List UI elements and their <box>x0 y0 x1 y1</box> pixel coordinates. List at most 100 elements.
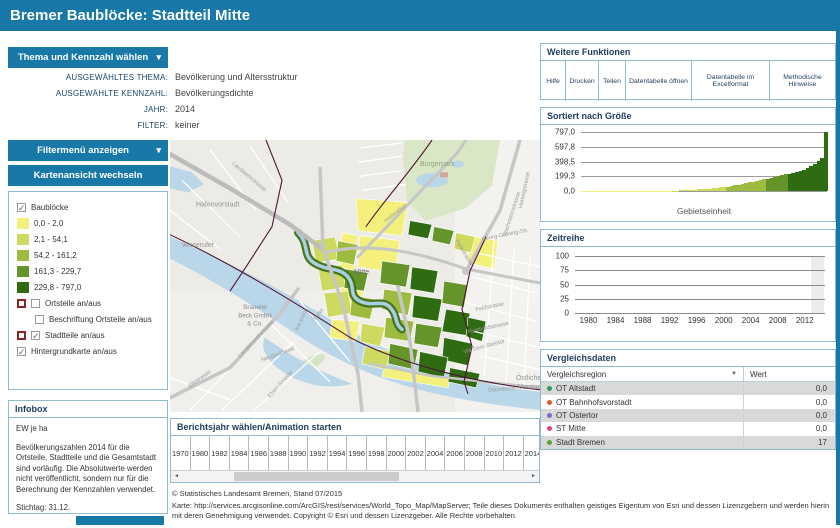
compare-region-column-header[interactable]: Vergleichsregion <box>541 370 743 379</box>
compare-value-column-header: Wert <box>743 367 835 381</box>
thema-kennzahl-button-label: Thema und Kennzahl wählen <box>18 52 148 63</box>
scroll-left-icon[interactable] <box>171 471 182 482</box>
ortsteile-checkbox[interactable] <box>31 299 40 308</box>
compare-row[interactable]: ST Mitte0,0 <box>541 422 835 435</box>
timeline-title: Berichtsjahr wählen/Animation starten <box>171 419 539 436</box>
print-button-label: Drucken <box>569 78 594 85</box>
hintergrundkarte-checkbox[interactable] <box>17 347 26 356</box>
timeline-scrollbar[interactable] <box>171 471 539 482</box>
timeline-year-cell[interactable]: 1980 <box>191 436 211 470</box>
compare-title: Vergleichsdaten <box>541 350 835 367</box>
help-button[interactable]: Hilfe <box>541 61 566 101</box>
timeline-year-cell[interactable]: 2008 <box>465 436 485 470</box>
timeline-year-cell[interactable]: 1996 <box>347 436 367 470</box>
timeline-year-cell[interactable]: 1982 <box>210 436 230 470</box>
selected-theme-value: Bevölkerung und Altersstruktur <box>175 72 478 82</box>
timeline-year-cell[interactable]: 2014 <box>524 436 539 470</box>
print-button[interactable]: Drucken <box>566 61 599 101</box>
timeline-year-cell[interactable]: 1986 <box>249 436 269 470</box>
excel-export-button[interactable]: Datentabelle im Excelformat <box>692 61 770 101</box>
filtermenu-button[interactable]: Filtermenü anzeigen <box>8 140 168 161</box>
legend-swatch-class2 <box>17 234 29 245</box>
sorted-chart-ytick: 597,8 <box>555 142 575 151</box>
scroll-right-icon[interactable] <box>528 471 539 482</box>
year-value: 2014 <box>175 104 478 114</box>
methodology-button[interactable]: Methodische Hinweise <box>770 61 835 101</box>
region-color-dot <box>547 400 552 405</box>
filter-value: keiner <box>175 120 478 130</box>
timeline-year-cell[interactable]: 1994 <box>328 436 348 470</box>
timeline-year-cell[interactable]: 1984 <box>230 436 250 470</box>
timeseries-xtick: 1992 <box>661 316 679 325</box>
hintergrundkarte-label: Hintergrundkarte an/aus <box>31 347 117 356</box>
sorted-chart-plot <box>581 132 827 191</box>
timeline-year-cell[interactable]: 2006 <box>445 436 465 470</box>
timeseries-xtick: 1996 <box>688 316 706 325</box>
legend-class4-label: 161,3 - 229,7 <box>34 267 81 276</box>
functions-title: Weitere Funktionen <box>541 44 835 61</box>
beschriftung-ortsteile-checkbox[interactable] <box>35 315 44 324</box>
sorted-chart-bars <box>581 132 827 191</box>
stadtteile-toggle-label: Stadtteile an/aus <box>45 331 105 340</box>
timeline-year-cell[interactable]: 1970 <box>171 436 191 470</box>
excel-export-label: Datentabelle im Excelformat <box>695 74 766 88</box>
selected-kennzahl-label: AUSGEWÄHLTE KENNZAHL: <box>8 89 168 98</box>
region-color-dot <box>547 440 552 445</box>
timeseries-xtick: 1984 <box>607 316 625 325</box>
infobox-paragraph: Bevölkerungszahlen 2014 für die Ortsteil… <box>16 443 160 496</box>
legend-swatch-class5 <box>17 282 29 293</box>
infobox-unit: EW je ha <box>16 424 160 435</box>
timeline-year-cell[interactable]: 1990 <box>289 436 309 470</box>
selected-kennzahl-value: Bevölkerungsdichte <box>175 88 478 98</box>
compare-row[interactable]: OT Bahnhofsvorstadt0,0 <box>541 395 835 408</box>
kartenansicht-button[interactable]: Kartenansicht wechseln <box>8 165 168 186</box>
timeline-years: 1970198019821984198619881990199219941996… <box>171 436 539 471</box>
stadtteile-checkbox[interactable] <box>31 331 40 340</box>
infobox-date: Stichtag: 31.12. <box>16 503 160 514</box>
ortsteile-toggle-label: Ortsteile an/aus <box>45 299 101 308</box>
timeline-year-cell[interactable]: 1988 <box>269 436 289 470</box>
open-datatable-button[interactable]: Datentabelle öffnen <box>626 61 692 101</box>
compare-value-header-label: Wert <box>750 370 767 379</box>
baubloecke-label: Baublöcke <box>31 203 68 212</box>
timeline-year-cell[interactable]: 1998 <box>367 436 387 470</box>
compare-row[interactable]: Stadt Bremen17 <box>541 436 835 449</box>
timeline-year-cell[interactable]: 2004 <box>426 436 446 470</box>
map-label-brauerei-1: Brauerei <box>243 304 266 311</box>
compare-row[interactable]: OT Ostertor0,0 <box>541 409 835 422</box>
map-label-buergerpark: Bürgerpark <box>420 161 455 168</box>
stadtteile-boundary-swatch <box>17 331 26 340</box>
timeline-year-cell[interactable]: 2000 <box>387 436 407 470</box>
timeseries-xtick: 1988 <box>634 316 652 325</box>
compare-region-header-label: Vergleichsregion <box>547 370 606 379</box>
region-value: 0,0 <box>743 422 835 435</box>
region-name: OT Altstadt <box>556 384 595 393</box>
map-label-weserufer: Weserufer <box>182 242 215 249</box>
timeseries-ytick: 0 <box>565 309 569 318</box>
timeseries-ytick: 100 <box>556 252 569 261</box>
scrollbar-thumb[interactable] <box>234 472 400 481</box>
map[interactable]: Hafenvorstadt Weserufer Bürgerpark Mitte… <box>170 140 540 412</box>
legend-class3-label: 54,2 - 161,2 <box>34 251 77 260</box>
legend-class5-label: 229,8 - 797,0 <box>34 283 81 292</box>
region-value: 0,0 <box>743 395 835 408</box>
timeseries-yaxis: 1007550250 <box>541 256 573 313</box>
share-button[interactable]: Teilen <box>599 61 626 101</box>
region-value: 17 <box>743 436 835 449</box>
timeline-year-cell[interactable]: 1992 <box>308 436 328 470</box>
timeline-year-cell[interactable]: 2012 <box>504 436 524 470</box>
baubloecke-checkbox[interactable] <box>17 203 26 212</box>
timeseries-gridline <box>575 313 825 314</box>
filter-label: FILTER: <box>8 121 168 130</box>
timeline-panel: Berichtsjahr wählen/Animation starten 19… <box>170 418 540 483</box>
timeline-year-cell[interactable]: 2010 <box>485 436 505 470</box>
timeseries-xtick: 2012 <box>796 316 814 325</box>
region-value: 0,0 <box>743 382 835 395</box>
timeline-year-cell[interactable]: 2002 <box>406 436 426 470</box>
region-color-dot <box>547 386 552 391</box>
map-label-brauerei-3: & Co. <box>247 320 263 327</box>
map-copyright: © Statistisches Landesamt Bremen, Stand … <box>172 489 834 521</box>
thema-kennzahl-button[interactable]: Thema und Kennzahl wählen <box>8 47 168 68</box>
compare-row[interactable]: OT Altstadt 0,0 <box>541 382 835 395</box>
timeseries-xtick: 1980 <box>580 316 598 325</box>
